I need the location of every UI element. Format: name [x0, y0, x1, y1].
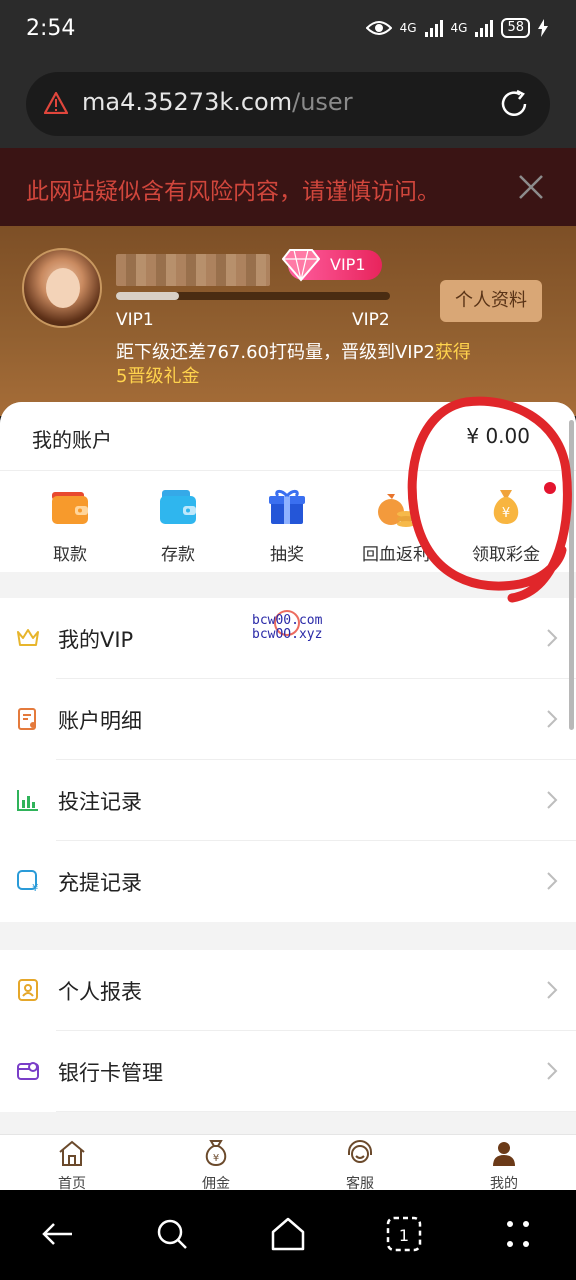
action-label: 存款 — [161, 545, 195, 565]
browser-toolbar: ma4.35273k.com/user — [0, 62, 576, 148]
charging-icon — [538, 19, 548, 37]
tab-commission[interactable]: ¥ 佣金 — [176, 1139, 256, 1193]
diamond-icon — [282, 249, 320, 282]
menu-item-recharge-records[interactable]: ¥ 充提记录 — [0, 841, 576, 922]
chevron-right-icon — [547, 1062, 558, 1080]
chevron-right-icon — [547, 629, 558, 647]
lottery-draw-button[interactable]: 抽奖 — [237, 486, 337, 565]
network-label-1: 4G — [399, 21, 417, 35]
menu-item-label: 充提记录 — [58, 871, 142, 895]
gift-icon — [269, 489, 305, 524]
address-bar[interactable]: ma4.35273k.com/user — [26, 72, 550, 136]
tabs-icon[interactable]: 1 — [384, 1214, 424, 1254]
url-text[interactable]: ma4.35273k.com/user — [82, 88, 353, 116]
eye-icon — [365, 21, 392, 35]
notification-dot — [544, 482, 556, 494]
close-icon[interactable] — [518, 174, 544, 200]
wallet-withdraw-icon — [52, 492, 88, 524]
signal-icon — [424, 19, 443, 37]
status-indicators: 4G 4G 58 — [365, 18, 548, 38]
account-card: 我的账户 ¥ 0.00 取款 存款 抽奖 回血返利 ¥ 领取彩金 — [0, 402, 576, 572]
risk-warning-text: 此网站疑似含有风险内容，请谨慎访问。 — [26, 179, 440, 205]
bet-chart-icon — [17, 790, 38, 811]
reload-icon[interactable] — [498, 88, 530, 120]
menu-item-label: 账户明细 — [58, 709, 142, 733]
current-level-label: VIP1 — [116, 310, 154, 330]
chevron-right-icon — [547, 872, 558, 890]
username-blurred — [116, 254, 270, 286]
withdraw-button[interactable]: 取款 — [20, 486, 120, 565]
commission-bag-icon: ¥ — [205, 1140, 227, 1167]
warning-icon[interactable] — [44, 92, 68, 114]
account-title: 我的账户 — [32, 428, 112, 452]
avatar[interactable] — [22, 248, 102, 328]
next-level-label: VIP2 — [352, 310, 390, 330]
svg-text:¥: ¥ — [32, 883, 38, 893]
scrollbar[interactable] — [569, 420, 574, 730]
menu-item-label: 我的VIP — [58, 628, 134, 652]
menu-item-personal-report[interactable]: 个人报表 — [0, 950, 576, 1031]
divider — [0, 470, 576, 471]
chevron-right-icon — [547, 791, 558, 809]
menu-item-account-detail[interactable]: 账户明细 — [0, 679, 576, 760]
user-center-content: 我的账户 ¥ 0.00 取款 存款 抽奖 回血返利 ¥ 领取彩金 我的VIP 账… — [0, 402, 576, 1134]
claim-bonus-button[interactable]: ¥ 领取彩金 — [456, 486, 556, 565]
svg-text:1: 1 — [399, 1226, 409, 1245]
vip-progress-bar — [116, 292, 390, 300]
battery-indicator: 58 — [501, 18, 530, 38]
deposit-button[interactable]: 存款 — [128, 486, 228, 565]
bottom-tab-bar: 首页 ¥ 佣金 客服 我的 — [0, 1134, 576, 1193]
status-time: 2:54 — [26, 16, 76, 41]
crown-icon — [17, 629, 39, 646]
menu-group-personal: 个人报表 银行卡管理 — [0, 950, 576, 1112]
account-balance: ¥ 0.00 — [466, 424, 530, 448]
upgrade-reward: 5晋级礼金 — [116, 366, 200, 387]
system-navigation-bar: 1 — [0, 1190, 576, 1280]
rebate-button[interactable]: 回血返利 — [346, 486, 446, 565]
bank-card-icon — [17, 1062, 39, 1080]
action-label: 取款 — [53, 545, 87, 565]
wallet-deposit-icon — [160, 490, 196, 524]
support-headset-icon — [348, 1140, 372, 1163]
action-label: 回血返利 — [362, 545, 430, 565]
rebate-bag-icon — [378, 494, 415, 527]
money-bag-icon: ¥ — [493, 490, 519, 524]
report-icon — [18, 979, 38, 1001]
action-label: 抽奖 — [270, 545, 304, 565]
chevron-right-icon — [547, 710, 558, 728]
network-label-2: 4G — [450, 21, 468, 35]
profile-header: VIP1 VIP1 VIP2 个人资料 距下级还差767.60打码量，晋级到VI… — [0, 226, 576, 416]
risk-warning-banner: 此网站疑似含有风险内容，请谨慎访问。 — [0, 148, 576, 226]
menu-group-records: 我的VIP 账户明细 投注记录 ¥ 充提记录 — [0, 598, 576, 922]
menu-item-label: 银行卡管理 — [58, 1061, 163, 1085]
tab-mine[interactable]: 我的 — [464, 1139, 544, 1193]
svg-text:¥: ¥ — [213, 1153, 219, 1164]
signal-icon — [475, 19, 494, 37]
menu-item-label: 投注记录 — [58, 790, 142, 814]
chevron-right-icon — [547, 981, 558, 999]
profile-icon — [493, 1142, 515, 1166]
menu-item-bet-records[interactable]: 投注记录 — [0, 760, 576, 841]
personal-info-button[interactable]: 个人资料 — [440, 280, 542, 322]
vip-progress-fill — [116, 292, 180, 300]
upgrade-hint: 距下级还差767.60打码量，晋级到VIP2获得 — [116, 342, 471, 363]
recharge-icon: ¥ — [17, 870, 38, 893]
tab-support[interactable]: 客服 — [320, 1139, 400, 1193]
more-menu-icon[interactable] — [498, 1214, 538, 1254]
svg-text:¥: ¥ — [502, 506, 510, 521]
back-arrow-icon[interactable] — [38, 1214, 78, 1254]
search-icon[interactable] — [152, 1214, 192, 1254]
home-icon — [59, 1140, 85, 1166]
action-label: 领取彩金 — [472, 545, 540, 565]
watermark: bcw00.com bcwOO.xyz — [252, 613, 323, 642]
tab-home[interactable]: 首页 — [32, 1139, 112, 1193]
menu-item-label: 个人报表 — [58, 980, 142, 1004]
menu-item-bank-card[interactable]: 银行卡管理 — [0, 1031, 576, 1112]
status-bar: 2:54 4G 4G 58 — [0, 0, 576, 62]
home-nav-icon[interactable] — [268, 1214, 308, 1254]
account-detail-icon — [18, 708, 36, 730]
